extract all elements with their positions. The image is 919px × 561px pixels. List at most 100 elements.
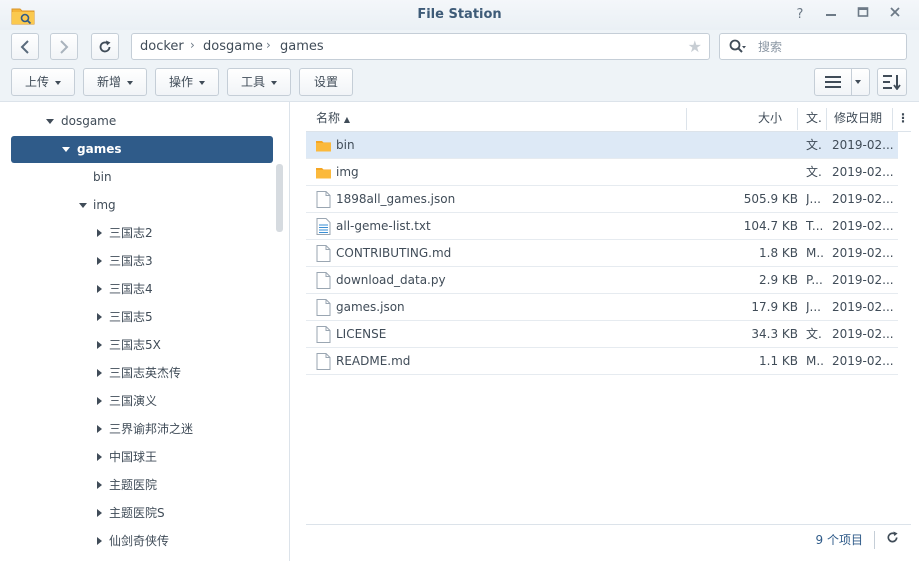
collapse-arrow-icon[interactable] bbox=[97, 257, 102, 265]
file-name: img bbox=[336, 165, 359, 179]
tree-item[interactable]: 主题医院S bbox=[11, 500, 273, 527]
settings-button[interactable]: 设置 bbox=[299, 68, 353, 96]
tree-item-bin[interactable]: bin bbox=[11, 164, 273, 191]
refresh-icon bbox=[887, 531, 898, 543]
column-header-name[interactable]: 名称 ▲ bbox=[316, 104, 350, 132]
file-modified: 2019-02... bbox=[832, 192, 894, 206]
create-button[interactable]: 新增 bbox=[83, 68, 147, 96]
file-size: 17.9 KB bbox=[751, 300, 798, 314]
tree-item[interactable]: 三国志4 bbox=[11, 276, 273, 303]
list-view-toggle[interactable] bbox=[815, 69, 852, 95]
tools-button[interactable]: 工具 bbox=[227, 68, 291, 96]
tree-item[interactable]: 三国志3 bbox=[11, 248, 273, 275]
tree-item-img[interactable]: img bbox=[11, 192, 273, 219]
tree-item-dosgame[interactable]: dosgame bbox=[11, 108, 273, 135]
table-row[interactable]: LICENSE 34.3 KB 文. 2019-02... bbox=[306, 321, 898, 348]
collapse-arrow-icon[interactable] bbox=[97, 313, 102, 321]
file-modified: 2019-02... bbox=[832, 300, 894, 314]
chevron-left-icon bbox=[20, 40, 29, 54]
chevron-down-icon bbox=[199, 80, 205, 85]
expand-arrow-icon[interactable] bbox=[62, 147, 70, 152]
file-type: M... bbox=[806, 246, 824, 260]
table-row[interactable]: README.md 1.1 KB M... 2019-02... bbox=[306, 348, 898, 375]
column-divider[interactable] bbox=[797, 108, 798, 130]
upload-button[interactable]: 上传 bbox=[11, 68, 75, 96]
collapse-arrow-icon[interactable] bbox=[97, 285, 102, 293]
tree-scrollbar[interactable] bbox=[276, 164, 283, 232]
title-bar: File Station ? bbox=[0, 0, 919, 30]
column-divider[interactable] bbox=[826, 108, 827, 130]
expand-arrow-icon[interactable] bbox=[46, 119, 54, 124]
tree-item[interactable]: 三国志2 bbox=[11, 220, 273, 247]
collapse-arrow-icon[interactable] bbox=[97, 369, 102, 377]
collapse-arrow-icon[interactable] bbox=[97, 537, 102, 545]
file-icon bbox=[316, 191, 331, 208]
help-button[interactable]: ? bbox=[791, 6, 809, 24]
file-name: LICENSE bbox=[336, 327, 387, 341]
file-name: all-geme-list.txt bbox=[336, 219, 431, 233]
file-type: 文. bbox=[806, 165, 822, 179]
maximize-button[interactable] bbox=[854, 6, 872, 24]
collapse-arrow-icon[interactable] bbox=[97, 481, 102, 489]
breadcrumb-docker[interactable]: docker bbox=[140, 39, 184, 54]
file-icon bbox=[316, 245, 331, 262]
tree-item-games[interactable]: games bbox=[11, 136, 273, 163]
tree-item-label: 三国志4 bbox=[109, 282, 153, 296]
collapse-arrow-icon[interactable] bbox=[97, 341, 102, 349]
close-button[interactable] bbox=[886, 6, 904, 24]
column-header-size[interactable]: 大小 bbox=[686, 104, 782, 132]
action-button[interactable]: 操作 bbox=[155, 68, 219, 96]
collapse-arrow-icon[interactable] bbox=[97, 453, 102, 461]
table-row[interactable]: download_data.py 2.9 KB P... 2019-02... bbox=[306, 267, 898, 294]
refresh-button[interactable] bbox=[91, 33, 119, 60]
close-icon bbox=[890, 7, 900, 17]
tree-item[interactable]: 仙剑奇侠传 bbox=[11, 528, 273, 555]
search-icon[interactable] bbox=[728, 38, 746, 56]
column-header-modified[interactable]: 修改日期 bbox=[834, 104, 882, 132]
search-input[interactable] bbox=[758, 38, 898, 56]
collapse-arrow-icon[interactable] bbox=[97, 509, 102, 517]
tools-label: 工具 bbox=[240, 75, 265, 89]
create-label: 新增 bbox=[96, 75, 121, 89]
tree-item-label: 三国志5 bbox=[109, 310, 153, 324]
table-row[interactable]: 1898all_games.json 505.9 KB J... 2019-02… bbox=[306, 186, 898, 213]
column-menu-icon[interactable]: ⋮ bbox=[897, 104, 909, 132]
table-row[interactable]: games.json 17.9 KB J... 2019-02... bbox=[306, 294, 898, 321]
tree-item[interactable]: 三国志5X bbox=[11, 332, 273, 359]
file-name: 1898all_games.json bbox=[336, 192, 456, 206]
forward-button[interactable] bbox=[50, 33, 78, 60]
chevron-down-icon[interactable] bbox=[855, 80, 861, 84]
tree-item[interactable]: 三国演义 bbox=[11, 388, 273, 415]
chevron-right-icon bbox=[60, 40, 69, 54]
table-row[interactable]: bin 文. 2019-02... bbox=[306, 132, 898, 159]
star-icon[interactable]: ★ bbox=[688, 37, 702, 56]
collapse-arrow-icon[interactable] bbox=[97, 229, 102, 237]
tree-item[interactable]: 主题医院 bbox=[11, 472, 273, 499]
search-box[interactable] bbox=[719, 33, 907, 60]
collapse-arrow-icon[interactable] bbox=[97, 425, 102, 433]
status-bar: 9 个项目 bbox=[306, 524, 911, 552]
tree-item[interactable]: 三国志5 bbox=[11, 304, 273, 331]
table-row[interactable]: all-geme-list.txt 104.7 KB T... 2019-02.… bbox=[306, 213, 898, 240]
tree-item[interactable]: 三国志英杰传 bbox=[11, 360, 273, 387]
table-row[interactable]: CONTRIBUTING.md 1.8 KB M... 2019-02... bbox=[306, 240, 898, 267]
refresh-list-button[interactable] bbox=[886, 531, 899, 548]
breadcrumb-games[interactable]: games bbox=[280, 39, 324, 54]
tree-item[interactable]: 中国球王 bbox=[11, 444, 273, 471]
tree-item-label: 主题医院S bbox=[109, 506, 165, 520]
tree-item[interactable]: 三界谕邦沛之迷 bbox=[11, 416, 273, 443]
back-button[interactable] bbox=[11, 33, 39, 60]
minimize-button[interactable] bbox=[822, 6, 840, 24]
refresh-icon bbox=[99, 40, 111, 53]
path-bar[interactable]: docker › dosgame › games ★ bbox=[131, 33, 710, 60]
expand-arrow-icon[interactable] bbox=[79, 203, 87, 208]
column-header-type[interactable]: 文. bbox=[806, 104, 822, 132]
minimize-icon bbox=[826, 14, 836, 16]
breadcrumb-dosgame[interactable]: dosgame bbox=[203, 39, 263, 54]
sort-button[interactable] bbox=[877, 68, 907, 96]
collapse-arrow-icon[interactable] bbox=[97, 397, 102, 405]
table-row[interactable]: img 文. 2019-02... bbox=[306, 159, 898, 186]
column-divider[interactable] bbox=[892, 108, 893, 130]
view-mode-button[interactable] bbox=[814, 68, 870, 96]
tree-item-label: 三国演义 bbox=[109, 394, 158, 408]
